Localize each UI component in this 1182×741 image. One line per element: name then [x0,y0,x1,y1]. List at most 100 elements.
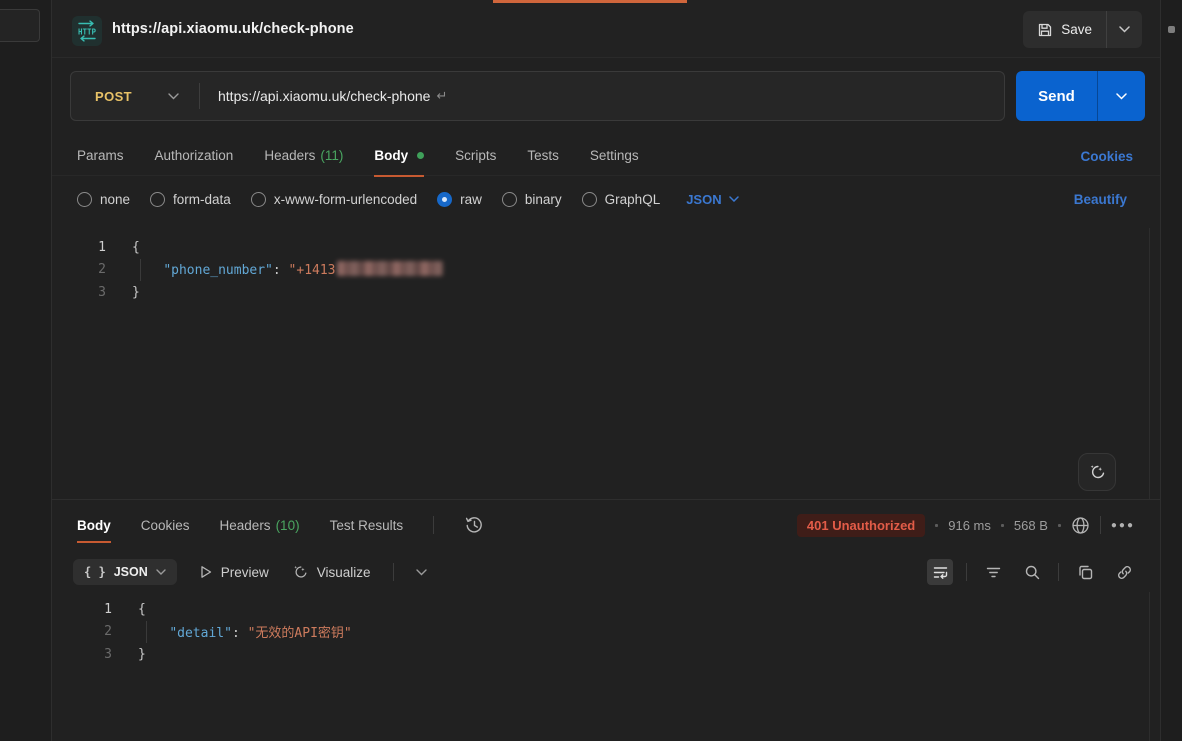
search-icon [1024,564,1041,581]
request-code-line-3: 3 } [52,281,1160,304]
tab-tests[interactable]: Tests [527,136,559,176]
response-toolbar-right [927,553,1137,591]
sidebar-partial-tab[interactable] [0,9,40,42]
response-toolbar: { } JSON Preview Visualize [52,553,1160,591]
send-options-dropdown[interactable] [1097,71,1145,121]
link-button[interactable] [1111,559,1137,585]
radio-urlencoded-circle [251,192,266,207]
search-button[interactable] [1019,559,1045,585]
copy-button[interactable] [1072,559,1098,585]
response-meta: 401 Unauthorized 916 ms 568 B ●●● [797,504,1135,546]
filter-button[interactable] [980,559,1006,585]
response-tabbar-divider [433,516,434,534]
cookies-link[interactable]: Cookies [1080,136,1133,176]
save-button[interactable]: Save [1023,11,1106,48]
visualize-sparkle-icon [291,563,309,581]
meta-separator-dot [1058,524,1061,527]
response-code-line-1: 1 { [52,598,1160,621]
format-caret-icon [156,569,166,575]
radio-raw[interactable]: raw [437,192,482,207]
radio-form-data[interactable]: form-data [150,192,231,207]
response-time[interactable]: 916 ms [948,518,991,533]
save-label: Save [1061,22,1092,37]
radio-none-circle [77,192,92,207]
body-type-selector-row: none form-data x-www-form-urlencoded raw… [52,182,1160,216]
json-key: "detail" [169,626,232,641]
response-more-options-button[interactable]: ●●● [1111,520,1135,531]
response-code-line-2: 2 "detail": "无效的API密钥" [52,621,1160,644]
radio-graphql[interactable]: GraphQL [582,192,661,207]
save-button-group: Save [1023,11,1142,48]
body-modified-dot [417,152,424,159]
svg-text:HTTP: HTTP [78,28,97,37]
tab-params[interactable]: Params [77,136,124,176]
indent-guide [146,621,147,644]
editor-scroll-gutter [1149,592,1150,741]
url-divider [199,83,200,109]
url-input-box[interactable]: POST https://api.xiaomu.uk/check-phone ↵ [70,71,1005,121]
radio-binary[interactable]: binary [502,192,562,207]
word-wrap-button[interactable] [927,559,953,585]
meta-separator-dot [1001,524,1004,527]
method-selector[interactable]: POST [71,89,199,104]
url-bar-row: POST https://api.xiaomu.uk/check-phone ↵… [52,70,1160,122]
request-title: https://api.xiaomu.uk/check-phone [112,0,354,58]
response-tab-headers[interactable]: Headers(10) [220,504,300,546]
tab-authorization[interactable]: Authorization [155,136,234,176]
response-tab-body[interactable]: Body [77,504,111,546]
http-request-icon: HTTP [72,16,102,46]
postbot-ai-button[interactable] [1078,453,1116,491]
link-icon [1116,564,1133,581]
radio-binary-circle [502,192,517,207]
response-tab-cookies[interactable]: Cookies [141,504,190,546]
json-value-prefix: "+1413 [289,263,336,278]
url-return-hint: ↵ [436,88,447,104]
active-tab-indicator [493,0,687,3]
status-badge[interactable]: 401 Unauthorized [797,514,925,537]
method-label: POST [95,89,132,104]
url-input-value[interactable]: https://api.xiaomu.uk/check-phone [218,88,430,104]
response-headers-count-badge: (10) [276,518,300,533]
headers-count-badge: (11) [320,148,343,163]
request-body-editor[interactable]: 1 { 2 "phone_number": "+1413 3 } [52,228,1160,500]
json-key: "phone_number" [163,263,273,278]
language-dropdown[interactable]: JSON [686,192,738,207]
globe-icon [1071,516,1090,535]
redacted-phone-digits [337,261,443,276]
network-globe-button[interactable] [1071,516,1090,535]
filter-icon [985,564,1002,581]
word-wrap-icon [932,564,949,581]
right-rail-icon[interactable] [1168,26,1175,33]
request-code-line-2: 2 "phone_number": "+1413 [52,259,1160,282]
tab-headers[interactable]: Headers(11) [264,136,343,176]
postbot-icon [1087,462,1107,482]
beautify-link[interactable]: Beautify [1074,182,1127,216]
preview-button[interactable]: Preview [199,565,269,580]
icons-divider [1058,563,1059,581]
response-format-dropdown[interactable]: { } JSON [73,559,177,585]
radio-graphql-circle [582,192,597,207]
left-sidebar-rail [0,0,52,741]
tab-body[interactable]: Body [374,136,424,176]
indent-guide [140,259,141,282]
radio-urlencoded[interactable]: x-www-form-urlencoded [251,192,417,207]
method-caret-icon [168,93,179,100]
send-button-group: Send [1016,71,1145,121]
toolbar-caret-icon[interactable] [416,569,427,576]
radio-none[interactable]: none [77,192,130,207]
visualize-button[interactable]: Visualize [291,563,371,581]
toolbar-divider [393,563,394,581]
tab-scripts[interactable]: Scripts [455,136,496,176]
tab-settings[interactable]: Settings [590,136,639,176]
response-body-viewer[interactable]: 1 { 2 "detail": "无效的API密钥" 3 } [52,592,1160,741]
response-tab-test-results[interactable]: Test Results [330,504,404,546]
play-icon [199,565,213,579]
response-size[interactable]: 568 B [1014,518,1048,533]
editor-scroll-gutter [1149,228,1150,499]
response-history-button[interactable] [464,515,484,535]
save-icon [1037,22,1053,38]
send-button[interactable]: Send [1016,71,1097,121]
save-options-dropdown[interactable] [1106,11,1142,48]
braces-icon: { } [84,565,106,579]
right-sidebar-rail [1160,0,1182,741]
